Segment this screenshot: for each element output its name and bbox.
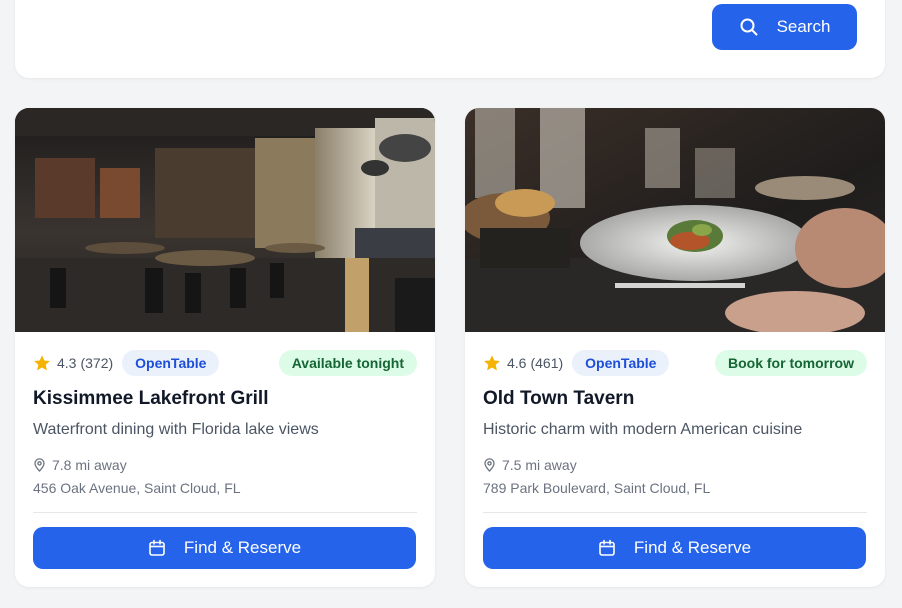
review-count: (461): [530, 355, 564, 371]
restaurant-description: Waterfront dining with Florida lake view…: [33, 421, 319, 438]
review-count: (372): [80, 355, 114, 371]
star-icon: [484, 355, 500, 371]
distance-text: 7.5 mi away: [502, 457, 577, 473]
provider-badge: OpenTable: [122, 350, 220, 376]
find-reserve-button[interactable]: Find & Reserve: [33, 527, 416, 569]
rating-value: 4.3: [57, 355, 77, 371]
restaurant-description: Historic charm with modern American cuis…: [483, 421, 803, 438]
location-pin-icon: [484, 458, 495, 472]
search-icon: [740, 18, 758, 36]
find-reserve-label: Find & Reserve: [633, 538, 752, 557]
restaurant-name: Kissimmee Lakefront Grill: [33, 388, 269, 409]
distance-row: 7.5 mi away: [483, 457, 577, 473]
card-meta-row: 4.6 (461) OpenTable Book for tomorrow: [483, 349, 867, 377]
find-reserve-button[interactable]: Find & Reserve: [483, 527, 866, 569]
distance-row: 7.8 mi away: [33, 457, 127, 473]
calendar-icon: [599, 539, 615, 556]
find-reserve-label: Find & Reserve: [183, 538, 302, 557]
divider: [483, 512, 867, 513]
star-icon: [34, 355, 50, 371]
location-pin-icon: [34, 458, 45, 472]
restaurant-interior-photo: [15, 108, 435, 332]
divider: [33, 512, 417, 513]
card-meta-row: 4.3 (372) OpenTable Available tonight: [33, 349, 417, 377]
search-button[interactable]: Search: [712, 4, 857, 50]
distance-text: 7.8 mi away: [52, 457, 127, 473]
availability-badge: Available tonight: [278, 350, 417, 376]
search-button-label: Search: [776, 17, 831, 36]
provider-badge: OpenTable: [572, 350, 670, 376]
restaurant-name: Old Town Tavern: [483, 388, 635, 409]
address-text: 789 Park Boulevard, Saint Cloud, FL: [483, 480, 711, 496]
availability-badge: Book for tomorrow: [715, 350, 867, 376]
restaurant-card: 4.3 (372) OpenTable Available tonight Ki…: [15, 108, 435, 587]
plated-dish-photo: [465, 108, 885, 332]
rating-value: 4.6: [507, 355, 527, 371]
restaurant-card: 4.6 (461) OpenTable Book for tomorrow Ol…: [465, 108, 885, 587]
calendar-icon: [149, 539, 165, 556]
address-text: 456 Oak Avenue, Saint Cloud, FL: [33, 480, 241, 496]
